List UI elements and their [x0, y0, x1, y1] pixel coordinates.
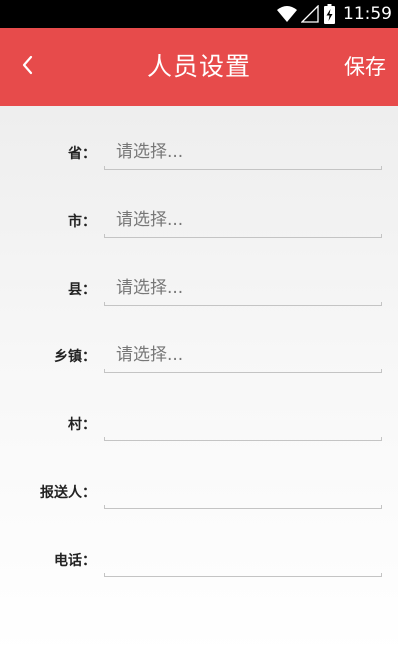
status-icons: 11:59 — [276, 0, 392, 28]
province-select[interactable]: 请选择... — [104, 134, 382, 174]
city-select[interactable]: 请选择... — [104, 202, 382, 242]
county-select[interactable]: 请选择... — [104, 270, 382, 310]
app-bar: 人员设置 保存 — [0, 28, 398, 106]
status-bar: 11:59 — [0, 0, 398, 28]
county-placeholder: 请选择... — [116, 278, 184, 298]
reporter-underline — [104, 505, 382, 509]
reporter-row: 报送人： — [0, 473, 398, 513]
township-label: 乡镇： — [54, 349, 96, 365]
province-row: 省： 请选择... — [0, 134, 398, 174]
save-button[interactable]: 保存 — [344, 28, 386, 106]
status-time: 11:59 — [343, 4, 392, 24]
township-underline — [104, 369, 382, 373]
village-input[interactable] — [104, 405, 382, 445]
county-underline — [104, 302, 382, 306]
reporter-input[interactable] — [104, 473, 382, 513]
province-placeholder: 请选择... — [116, 142, 184, 162]
province-underline — [104, 166, 382, 170]
phone-input[interactable] — [104, 541, 382, 581]
city-underline — [104, 234, 382, 238]
city-placeholder: 请选择... — [116, 210, 184, 230]
settings-form: 省： 请选择... 市： 请选择... 县： 请选择... 乡镇： 请选择...… — [0, 106, 398, 656]
back-button[interactable] — [8, 47, 48, 87]
county-label: 县： — [68, 282, 96, 298]
wifi-icon — [276, 5, 298, 23]
county-row: 县： 请选择... — [0, 270, 398, 310]
signal-icon — [301, 5, 319, 23]
province-label: 省： — [68, 146, 96, 162]
village-label: 村： — [68, 417, 96, 433]
city-row: 市： 请选择... — [0, 202, 398, 242]
phone-label: 电话： — [54, 553, 96, 569]
phone-underline — [104, 573, 382, 577]
reporter-label: 报送人： — [40, 485, 96, 501]
township-row: 乡镇： 请选择... — [0, 337, 398, 377]
township-select[interactable]: 请选择... — [104, 337, 382, 377]
township-placeholder: 请选择... — [116, 345, 184, 365]
phone-row: 电话： — [0, 541, 398, 581]
village-underline — [104, 437, 382, 441]
city-label: 市： — [68, 214, 96, 230]
chevron-left-icon — [21, 54, 35, 80]
village-row: 村： — [0, 405, 398, 445]
battery-charging-icon — [324, 4, 335, 24]
page-title: 人员设置 — [146, 52, 251, 81]
